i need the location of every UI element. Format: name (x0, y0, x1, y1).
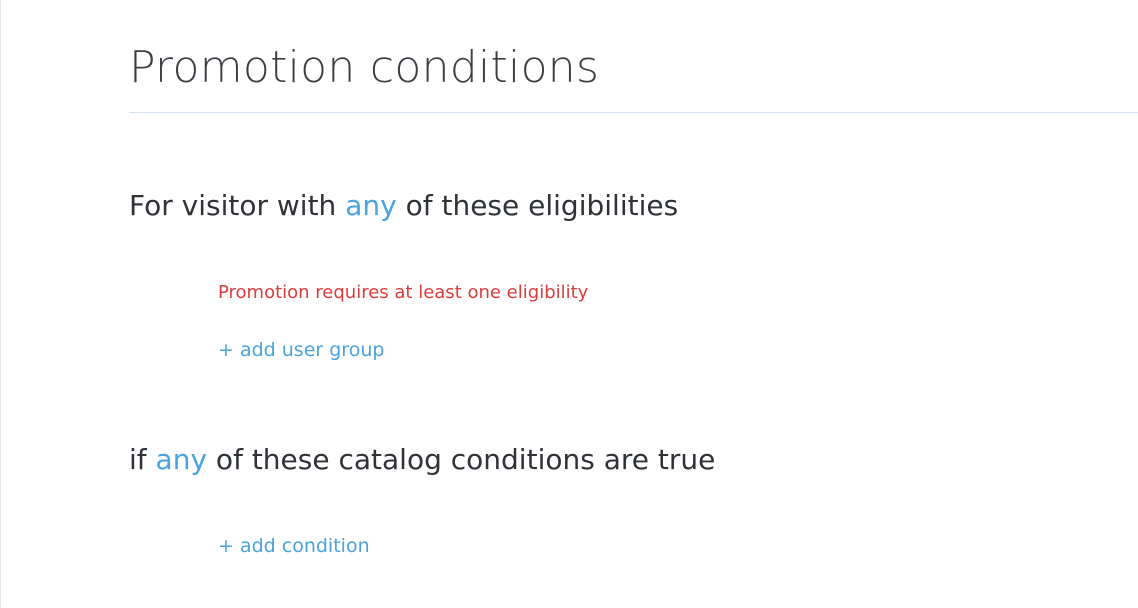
promotion-conditions-page: Promotion conditions For visitor with an… (0, 0, 1138, 608)
eligibility-error-message: Promotion requires at least one eligibil… (218, 282, 589, 303)
eligibility-match-mode-toggle[interactable]: any (345, 189, 396, 222)
add-condition-link[interactable]: + add condition (218, 532, 370, 560)
page-title: Promotion conditions (129, 42, 600, 93)
eligibility-heading-suffix: of these eligibilities (396, 189, 679, 222)
catalog-heading-suffix: of these catalog conditions are true (207, 443, 716, 476)
title-divider (129, 112, 1138, 113)
eligibility-heading-prefix: For visitor with (129, 189, 346, 222)
eligibility-section-heading: For visitor with any of these eligibilit… (129, 186, 678, 226)
catalog-match-mode-toggle[interactable]: any (156, 443, 207, 476)
catalog-section-heading: if any of these catalog conditions are t… (129, 440, 715, 480)
add-user-group-link[interactable]: + add user group (218, 336, 384, 364)
catalog-heading-prefix: if (129, 443, 156, 476)
